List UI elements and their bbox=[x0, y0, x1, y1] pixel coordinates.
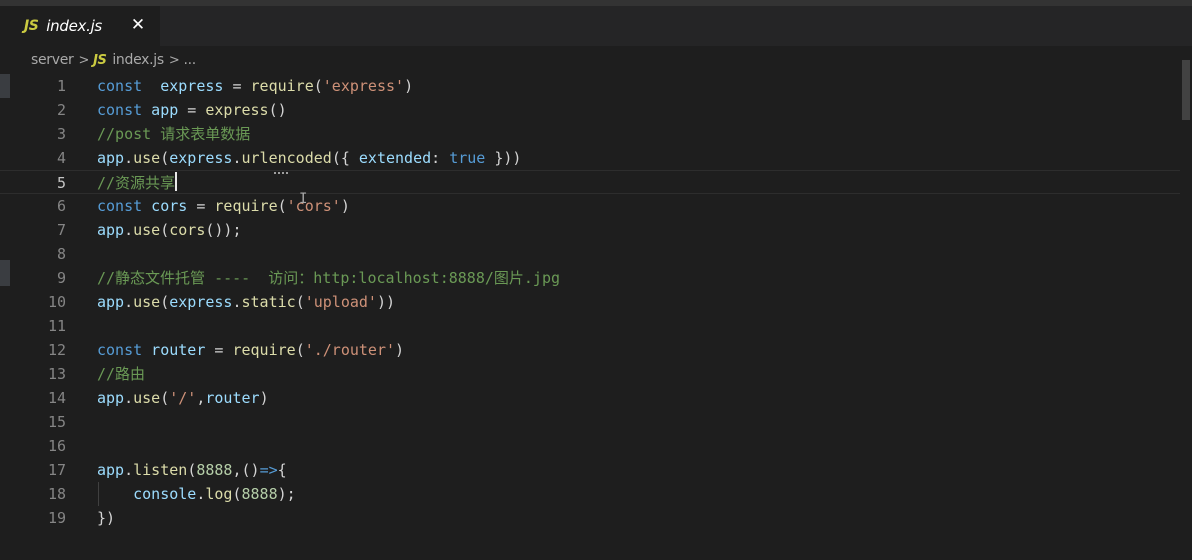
line-code: app.listen(8888,()=>{ bbox=[97, 461, 287, 479]
breadcrumb: server > JS index.js > ... bbox=[0, 46, 1192, 74]
line-code: //路由 bbox=[97, 365, 146, 383]
line-code: //静态文件托管 ---- 访问：http:localhost:8888/图片.… bbox=[97, 269, 561, 287]
mouse-ibeam-cursor-icon: I bbox=[299, 191, 308, 207]
code-line[interactable]: 6 const cors = require('cors') bbox=[0, 194, 1180, 218]
code-line[interactable]: 16 bbox=[0, 434, 1180, 458]
code-line[interactable]: 11 bbox=[0, 314, 1180, 338]
tab-label: index.js bbox=[46, 17, 102, 35]
line-code: const express = require('express') bbox=[97, 77, 414, 95]
line-number: 19 bbox=[47, 509, 66, 527]
vertical-scrollbar[interactable] bbox=[1180, 46, 1192, 560]
line-number: 3 bbox=[56, 125, 66, 143]
line-code: app.use('/',router) bbox=[97, 389, 269, 407]
editor-window: JS index.js ✕ server > JS index.js > ...… bbox=[0, 0, 1192, 560]
breadcrumb-symbols[interactable]: ... bbox=[183, 52, 196, 68]
line-code: const router = require('./router') bbox=[97, 341, 405, 359]
close-icon[interactable]: ✕ bbox=[128, 15, 148, 35]
chevron-right-icon: > bbox=[168, 52, 180, 68]
line-number: 16 bbox=[47, 437, 66, 455]
line-number: 12 bbox=[47, 341, 66, 359]
code-line[interactable]: 7 app.use(cors()); bbox=[0, 218, 1180, 242]
code-line[interactable]: 17 app.listen(8888,()=>{ bbox=[0, 458, 1180, 482]
code-line[interactable]: 8 bbox=[0, 242, 1180, 266]
line-code: const app = express() bbox=[97, 101, 287, 119]
line-code: }) bbox=[97, 509, 116, 527]
line-code: app.use(express.static('upload')) bbox=[97, 293, 396, 311]
breadcrumb-folder-server[interactable]: server bbox=[31, 52, 74, 68]
code-line[interactable]: 19 }) bbox=[0, 506, 1180, 530]
code-line[interactable]: 4 app.use(express.urlencoded({ extended:… bbox=[0, 146, 1180, 170]
line-number: 13 bbox=[47, 365, 66, 383]
tab-index-js[interactable]: JS index.js ✕ bbox=[0, 6, 160, 46]
line-code: app.use(express.urlencoded({ extended: t… bbox=[97, 149, 522, 167]
chevron-right-icon: > bbox=[78, 52, 90, 68]
javascript-file-icon: JS bbox=[24, 18, 39, 34]
line-number: 7 bbox=[56, 221, 66, 239]
line-number: 5 bbox=[56, 174, 66, 192]
line-number: 8 bbox=[56, 245, 66, 263]
line-number: 14 bbox=[47, 389, 66, 407]
code-line[interactable]: 18 console.log(8888); bbox=[0, 482, 1180, 506]
code-line-current[interactable]: 5 //资源共享 bbox=[0, 170, 1180, 194]
line-number: 2 bbox=[56, 101, 66, 119]
line-number: 1 bbox=[56, 77, 66, 95]
code-line[interactable]: 1 const express = require('express') bbox=[0, 74, 1180, 98]
code-line[interactable]: 15 bbox=[0, 410, 1180, 434]
line-number: 18 bbox=[47, 485, 66, 503]
line-number: 6 bbox=[56, 197, 66, 215]
line-number: 11 bbox=[47, 317, 66, 335]
code-line[interactable]: 3 //post 请求表单数据 bbox=[0, 122, 1180, 146]
line-number: 15 bbox=[47, 413, 66, 431]
line-number: 10 bbox=[47, 293, 66, 311]
line-code: const cors = require('cors') bbox=[97, 197, 350, 215]
line-code: //post 请求表单数据 bbox=[97, 125, 251, 143]
line-number: 9 bbox=[56, 269, 66, 287]
line-number: 4 bbox=[56, 149, 66, 167]
line-number: 17 bbox=[47, 461, 66, 479]
code-line[interactable]: 2 const app = express() bbox=[0, 98, 1180, 122]
text-cursor bbox=[175, 172, 178, 191]
line-code: //资源共享 bbox=[97, 172, 178, 192]
javascript-file-icon: JS bbox=[93, 52, 107, 68]
code-line[interactable]: 14 app.use('/',router) bbox=[0, 386, 1180, 410]
breadcrumb-file-index-js[interactable]: index.js bbox=[112, 52, 164, 68]
code-line[interactable]: 9 //静态文件托管 ---- 访问：http:localhost:8888/图… bbox=[0, 266, 1180, 290]
scrollbar-thumb[interactable] bbox=[1182, 60, 1190, 120]
code-editor[interactable]: 1 const express = require('express') 2 c… bbox=[0, 74, 1192, 560]
code-line[interactable]: 13 //路由 bbox=[0, 362, 1180, 386]
line-code: console.log(8888); bbox=[133, 485, 296, 503]
tab-bar: JS index.js ✕ bbox=[0, 6, 1192, 46]
code-line[interactable]: 12 const router = require('./router') bbox=[0, 338, 1180, 362]
code-line[interactable]: 10 app.use(express.static('upload')) bbox=[0, 290, 1180, 314]
line-code: app.use(cors()); bbox=[97, 221, 242, 239]
